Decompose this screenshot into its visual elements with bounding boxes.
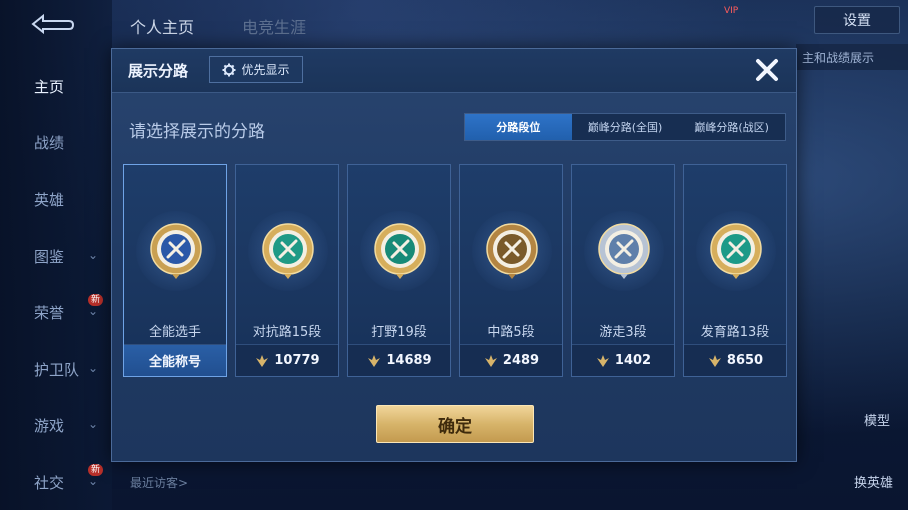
back-arrow-icon <box>31 13 75 35</box>
close-icon <box>756 59 778 81</box>
lane-card[interactable]: 游走3段 1402 <box>571 164 675 377</box>
clash-lane-emblem-icon <box>258 221 318 281</box>
confirm-label: 确定 <box>438 416 472 437</box>
lane-card[interactable]: 全能选手 全能称号 <box>123 164 227 377</box>
model-button[interactable]: 模型 <box>864 410 890 429</box>
new-badge: 新 <box>88 294 104 306</box>
mid-lane-emblem-icon <box>482 221 542 281</box>
vip-badge: VIP <box>724 6 739 16</box>
chevron-down-icon: ⌄ <box>88 304 99 318</box>
select-lane-prompt: 请选择展示的分路 <box>129 122 265 142</box>
close-button[interactable] <box>752 55 782 85</box>
recent-visitors-link[interactable]: 最近访客> <box>130 474 188 491</box>
lane-score: 14689 <box>348 344 450 376</box>
card-footer-text: 1402 <box>614 353 652 368</box>
sidebar-item-label: 英雄 <box>34 190 65 209</box>
lane-card[interactable]: 发育路13段 8650 <box>683 164 787 377</box>
sidebar-item-label: 图鉴 <box>34 247 65 266</box>
sidebar-item-label: 荣誉 <box>34 303 65 322</box>
lane-type-tab[interactable]: 巅峰分路(战区) <box>678 114 785 140</box>
sidebar-item[interactable]: 护卫队 ⌄ <box>0 349 112 389</box>
card-footer-text: 10779 <box>274 353 320 368</box>
lane-display-dialog: 展示分路 优先显示 请选择展示的分路 分路段位 巅峰分路(全国) 巅峰分路(战区) … <box>111 48 797 462</box>
lane-score: 8650 <box>684 344 786 376</box>
sidebar-item-label: 游戏 <box>34 416 65 435</box>
lane-score: 2489 <box>460 344 562 376</box>
lane-score: 10779 <box>236 344 338 376</box>
background-note-text: 主和战绩展示 <box>802 50 875 65</box>
score-laurel-icon <box>484 354 497 367</box>
lane-card[interactable]: 对抗路15段 10779 <box>235 164 339 377</box>
priority-display-label: 优先显示 <box>241 63 290 77</box>
lane-rank-label: 中路5段 <box>487 325 535 340</box>
chevron-down-icon: ⌄ <box>88 474 99 488</box>
lane-type-tab[interactable]: 分路段位 <box>465 114 572 140</box>
lane-card[interactable]: 打野19段 14689 <box>347 164 451 377</box>
farm-lane-emblem-icon <box>706 221 766 281</box>
sidebar: 主页 战绩 英雄 图鉴 ⌄ 荣誉 ⌄ 新护卫队 ⌄ 游戏 ⌄ 社交 ⌄ 新 <box>0 0 112 510</box>
roam-emblem-icon <box>594 221 654 281</box>
sidebar-item[interactable]: 主页 <box>0 66 112 106</box>
sidebar-item[interactable]: 战绩 <box>0 122 112 162</box>
lane-type-tab[interactable]: 巅峰分路(全国) <box>572 114 679 140</box>
card-footer-text: 2489 <box>502 353 540 368</box>
score-laurel-icon <box>708 354 721 367</box>
card-footer-text: 14689 <box>386 353 432 368</box>
chevron-down-icon: ⌄ <box>88 361 99 375</box>
card-footer-text: 8650 <box>726 353 764 368</box>
sidebar-item[interactable]: 社交 ⌄ 新 <box>0 462 112 502</box>
sidebar-item-label: 战绩 <box>34 133 65 152</box>
sidebar-item[interactable]: 图鉴 ⌄ <box>0 236 112 276</box>
lane-rank-label: 发育路13段 <box>700 325 770 340</box>
all-round-title: 全能称号 <box>124 344 226 376</box>
settings-button[interactable]: 设置 <box>814 6 900 34</box>
sidebar-item[interactable]: 英雄 <box>0 179 112 219</box>
sidebar-item-label: 社交 <box>34 473 65 492</box>
sidebar-item-label: 护卫队 <box>34 360 80 379</box>
score-laurel-icon <box>368 354 381 367</box>
dialog-title: 展示分路 <box>128 62 189 80</box>
tab-personal-home[interactable]: 个人主页 <box>130 14 194 38</box>
all-round-emblem-icon <box>146 221 206 281</box>
sidebar-item-label: 主页 <box>34 77 65 96</box>
score-laurel-icon <box>256 354 269 367</box>
lane-type-tabs: 分路段位 巅峰分路(全国) 巅峰分路(战区) <box>464 113 786 141</box>
lane-rank-label: 全能选手 <box>148 325 201 340</box>
dialog-header: 展示分路 优先显示 <box>112 49 796 93</box>
confirm-button[interactable]: 确定 <box>376 405 534 443</box>
lane-rank-label: 对抗路15段 <box>252 325 322 340</box>
score-laurel-icon <box>596 354 609 367</box>
chevron-down-icon: ⌄ <box>88 248 99 262</box>
gear-icon <box>222 63 236 76</box>
lane-rank-label: 游走3段 <box>599 325 647 340</box>
background-note: 主和战绩展示 <box>796 44 908 70</box>
priority-display-button[interactable]: 优先显示 <box>209 56 303 83</box>
lane-card[interactable]: 中路5段 2489 <box>459 164 563 377</box>
jungle-emblem-icon <box>370 221 430 281</box>
card-footer-text: 全能称号 <box>148 355 201 370</box>
sidebar-item[interactable]: 游戏 ⌄ <box>0 405 112 445</box>
settings-label: 设置 <box>843 13 871 29</box>
tab-esports-career[interactable]: 电竞生涯 <box>242 14 306 38</box>
lane-score: 1402 <box>572 344 674 376</box>
swap-hero-button[interactable]: 换英雄 <box>854 472 893 491</box>
chevron-down-icon: ⌄ <box>88 417 99 431</box>
new-badge: 新 <box>88 464 104 476</box>
back-button[interactable] <box>22 10 78 38</box>
lane-rank-label: 打野19段 <box>371 325 427 340</box>
sidebar-item[interactable]: 荣誉 ⌄ 新 <box>0 292 112 332</box>
